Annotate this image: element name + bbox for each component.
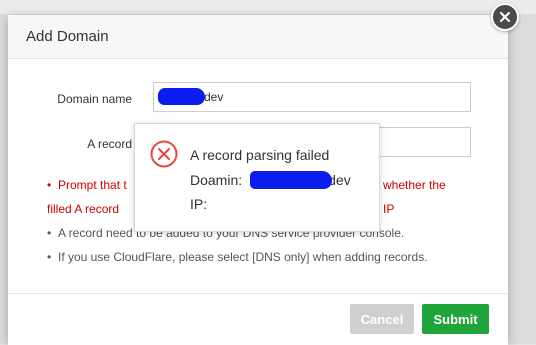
submit-button[interactable]: Submit <box>422 304 489 334</box>
prompt-note2-left: filled A record <box>47 202 120 216</box>
cloudflare-note: • If you use CloudFlare, please select [D… <box>47 250 428 264</box>
domain-name-value: dev <box>204 90 224 104</box>
dialog-title: Add Domain <box>26 28 109 45</box>
cancel-button[interactable]: Cancel <box>350 304 414 334</box>
error-domain-label: Doamin: <box>190 172 243 188</box>
domain-name-label: Domain name <box>57 92 132 106</box>
prompt-note-left: Prompt that t <box>58 178 127 192</box>
error-ip-label: IP: <box>190 196 208 212</box>
close-button[interactable] <box>491 3 519 31</box>
cloudflare-note-text: If you use CloudFlare, please select [DN… <box>58 250 428 264</box>
close-icon <box>499 11 511 23</box>
dialog-header: Add Domain <box>8 15 508 59</box>
redaction-mark <box>158 88 205 105</box>
background-strip <box>0 0 536 14</box>
redaction-mark <box>250 171 332 189</box>
error-title: A record parsing failed <box>190 147 330 163</box>
error-icon <box>150 140 178 168</box>
prompt-note-right: whether the <box>383 178 446 192</box>
a-record-label: A record <box>87 137 132 151</box>
